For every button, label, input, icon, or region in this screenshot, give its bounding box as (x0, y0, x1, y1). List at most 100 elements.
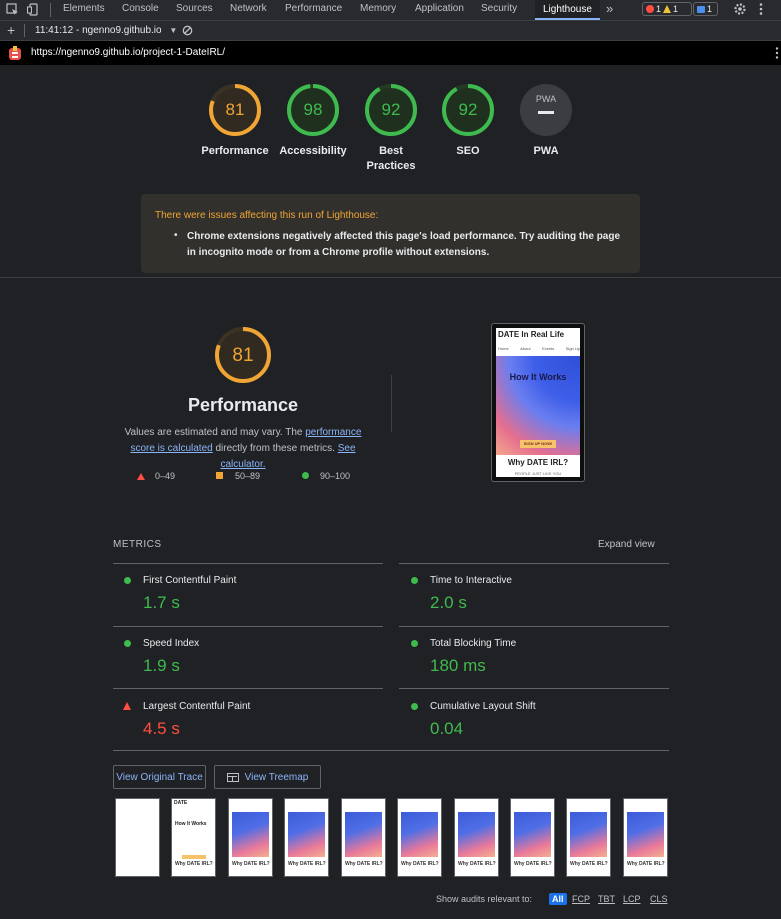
view-original-trace-button[interactable]: View Original Trace (113, 765, 206, 789)
metric-name: Speed Index (143, 638, 200, 649)
filter-fcp[interactable]: FCP (572, 894, 590, 904)
gauge-label-accessibility: Accessibility (279, 145, 347, 157)
warning-box: There were issues affecting this run of … (141, 194, 640, 273)
filmstrip-frame: Why DATE IRL? (341, 798, 386, 877)
filter-lcp[interactable]: LCP (623, 894, 641, 904)
gauge-seo[interactable]: 92 (441, 83, 495, 137)
metric-name: Cumulative Layout Shift (430, 701, 536, 712)
tab-network[interactable]: Network (230, 3, 267, 14)
performance-description: Values are estimated and may vary. The p… (124, 427, 362, 470)
pass-circle-icon (411, 577, 418, 584)
settings-gear-icon[interactable] (733, 2, 747, 19)
warning-bullet: • (174, 230, 178, 241)
metric-value: 1.7 s (143, 593, 180, 612)
add-report-icon[interactable]: + (7, 22, 15, 38)
issues-badge[interactable]: 1 1 (642, 2, 692, 16)
tab-application[interactable]: Application (415, 3, 464, 14)
preview-cta: SIGN UP NOW! (520, 440, 556, 448)
lighthouse-toolbar: + 11:41:12 - ngenno9.github.io ▼ (0, 21, 781, 41)
filmstrip-frame: Why DATE IRL? (566, 798, 611, 877)
metric-name: Largest Contentful Paint (143, 701, 251, 712)
filmstrip-frame: Why DATE IRL? (228, 798, 273, 877)
filmstrip-frame: Why DATE IRL? (510, 798, 555, 877)
score-legend: 0–49 50–89 90–100 (137, 471, 377, 483)
gauge-label-performance: Performance (201, 145, 269, 157)
pass-circle-icon (302, 472, 309, 479)
report-menu-icon[interactable] (775, 46, 779, 63)
metric-name: Total Blocking Time (430, 638, 517, 649)
gauge-label-pwa: PWA (533, 145, 559, 157)
tab-security[interactable]: Security (481, 3, 517, 14)
preview-page: DATE In Real Life Home About Events Sign… (496, 328, 580, 477)
more-tabs-icon[interactable]: » (606, 1, 613, 16)
gauge-label-seo: SEO (456, 145, 480, 157)
filmstrip-frame: Why DATE IRL? (454, 798, 499, 877)
average-square-icon (216, 472, 223, 479)
pwa-dash (538, 111, 554, 114)
tab-performance[interactable]: Performance (285, 3, 342, 14)
toolbar-divider (24, 24, 25, 37)
metric-value: 180 ms (430, 656, 486, 675)
fail-triangle-icon (123, 702, 131, 710)
pwa-icon: PWA (536, 94, 556, 104)
gauge-accessibility[interactable]: 98 (286, 83, 340, 137)
filmstrip-frame: DATE How It Works Why DATE IRL? (171, 798, 216, 877)
messages-badge[interactable]: 1 (693, 2, 718, 16)
chevron-down-icon: ▼ (169, 26, 178, 35)
final-screenshot[interactable]: DATE In Real Life Home About Events Sign… (491, 323, 585, 482)
pwa-badge (520, 84, 572, 136)
warning-item: Chrome extensions negatively affected th… (187, 231, 621, 258)
gauge-score: 81 (232, 345, 253, 366)
gauge-pwa[interactable]: PWA (519, 83, 573, 137)
warning-title: There were issues affecting this run of … (155, 210, 379, 221)
device-toolbar-icon[interactable] (27, 3, 40, 19)
filter-tbt[interactable]: TBT (598, 894, 615, 904)
pass-circle-icon (411, 703, 418, 710)
metric-value: 4.5 s (143, 719, 180, 738)
tab-elements[interactable]: Elements (63, 3, 105, 14)
metric-value: 0.04 (430, 719, 464, 738)
performance-title: Performance (187, 395, 299, 415)
filmstrip-frame: Why DATE IRL? (623, 798, 668, 877)
filmstrip-frame: Why DATE IRL? (284, 798, 329, 877)
kebab-menu-icon[interactable] (758, 2, 764, 19)
report-selector[interactable]: 11:41:12 - ngenno9.github.io ▼ (35, 25, 177, 36)
treemap-icon (226, 772, 239, 782)
preview-nav: Home About Events Sign Up (498, 346, 580, 351)
expand-view-toggle[interactable]: Expand view (598, 539, 655, 550)
metrics-rule (113, 750, 669, 751)
metric-name: Time to Interactive (430, 575, 512, 586)
report-url-bar: https://ngenno9.github.io/project-1-Date… (0, 41, 781, 65)
tabbar-divider (50, 3, 51, 17)
gauge-best-practices[interactable]: 92 (364, 83, 418, 137)
report-url[interactable]: https://ngenno9.github.io/project-1-Date… (31, 47, 225, 58)
metric-name: First Contentful Paint (143, 575, 237, 586)
pass-circle-icon (124, 577, 131, 584)
message-icon (697, 5, 705, 13)
devtools-tabbar: Elements Console Sources Network Perform… (0, 0, 781, 21)
filter-all[interactable]: All (549, 893, 567, 905)
metrics-rule (399, 563, 669, 564)
preview-logo: DATE In Real Life (498, 330, 565, 339)
filmstrip-frame (115, 798, 160, 877)
metrics-header: METRICS (113, 539, 162, 550)
inspect-element-icon[interactable] (6, 3, 19, 19)
metrics-rule (399, 688, 669, 689)
clear-reports-icon[interactable] (182, 25, 193, 39)
preview-hero-title: How It Works (509, 372, 567, 382)
gauge-label-best-practices: Best Practices (366, 145, 416, 172)
view-treemap-button[interactable]: View Treemap (214, 765, 321, 789)
gauge-performance[interactable]: 81 (208, 83, 262, 137)
tab-sources[interactable]: Sources (176, 3, 213, 14)
tab-memory[interactable]: Memory (360, 3, 396, 14)
lighthouse-logo-icon (9, 46, 21, 63)
section-divider (0, 277, 781, 278)
tab-lighthouse[interactable]: Lighthouse (535, 0, 600, 20)
metrics-rule (399, 626, 669, 627)
error-icon (646, 5, 654, 13)
audit-filter-label: Show audits relevant to: (436, 894, 533, 904)
tab-console[interactable]: Console (122, 3, 159, 14)
performance-gauge-large: 81 (215, 327, 271, 383)
filter-cls[interactable]: CLS (650, 894, 668, 904)
preview-section-title: Why DATE IRL? (507, 458, 569, 467)
